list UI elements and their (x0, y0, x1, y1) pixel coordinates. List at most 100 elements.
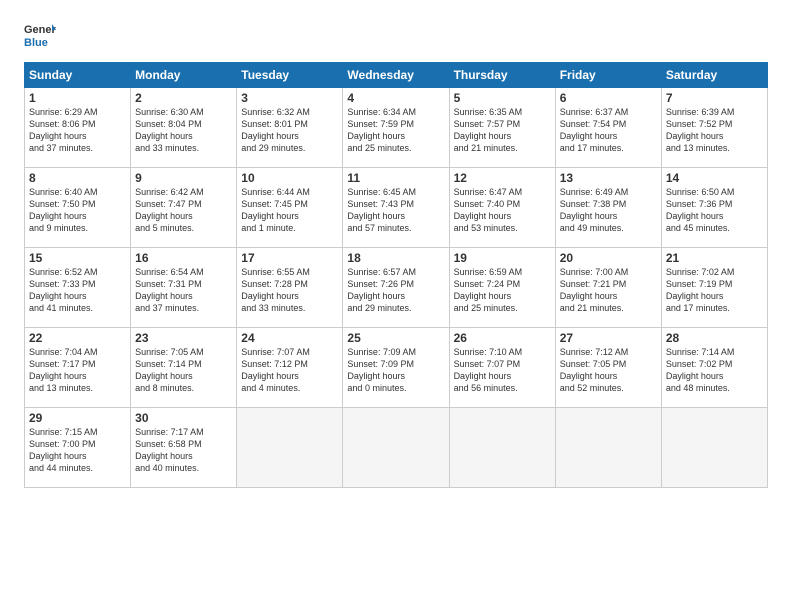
day-number: 12 (454, 171, 551, 185)
cell-info: Sunrise: 6:50 AMSunset: 7:36 PMDaylight … (666, 187, 735, 233)
week-row-3: 15 Sunrise: 6:52 AMSunset: 7:33 PMDaylig… (25, 248, 768, 328)
cell-info: Sunrise: 6:54 AMSunset: 7:31 PMDaylight … (135, 267, 204, 313)
day-number: 10 (241, 171, 338, 185)
cell-info: Sunrise: 6:30 AMSunset: 8:04 PMDaylight … (135, 107, 204, 153)
logo: General Blue (24, 20, 56, 52)
calendar-cell: 27 Sunrise: 7:12 AMSunset: 7:05 PMDaylig… (555, 328, 661, 408)
calendar-cell: 14 Sunrise: 6:50 AMSunset: 7:36 PMDaylig… (661, 168, 767, 248)
calendar-cell: 9 Sunrise: 6:42 AMSunset: 7:47 PMDayligh… (131, 168, 237, 248)
calendar-cell: 18 Sunrise: 6:57 AMSunset: 7:26 PMDaylig… (343, 248, 449, 328)
calendar-cell (343, 408, 449, 488)
day-number: 9 (135, 171, 232, 185)
calendar-cell: 20 Sunrise: 7:00 AMSunset: 7:21 PMDaylig… (555, 248, 661, 328)
day-number: 17 (241, 251, 338, 265)
cell-info: Sunrise: 6:47 AMSunset: 7:40 PMDaylight … (454, 187, 523, 233)
day-number: 27 (560, 331, 657, 345)
calendar-cell: 3 Sunrise: 6:32 AMSunset: 8:01 PMDayligh… (237, 88, 343, 168)
col-header-monday: Monday (131, 63, 237, 88)
day-number: 3 (241, 91, 338, 105)
svg-text:Blue: Blue (24, 37, 48, 49)
calendar-cell: 22 Sunrise: 7:04 AMSunset: 7:17 PMDaylig… (25, 328, 131, 408)
calendar-cell: 29 Sunrise: 7:15 AMSunset: 7:00 PMDaylig… (25, 408, 131, 488)
page: General Blue SundayMondayTuesdayWednesda… (0, 0, 792, 612)
cell-info: Sunrise: 6:40 AMSunset: 7:50 PMDaylight … (29, 187, 98, 233)
cell-info: Sunrise: 7:15 AMSunset: 7:00 PMDaylight … (29, 427, 98, 473)
col-header-wednesday: Wednesday (343, 63, 449, 88)
cell-info: Sunrise: 6:52 AMSunset: 7:33 PMDaylight … (29, 267, 98, 313)
calendar-cell: 19 Sunrise: 6:59 AMSunset: 7:24 PMDaylig… (449, 248, 555, 328)
calendar-cell: 12 Sunrise: 6:47 AMSunset: 7:40 PMDaylig… (449, 168, 555, 248)
svg-text:General: General (24, 24, 56, 36)
cell-info: Sunrise: 6:32 AMSunset: 8:01 PMDaylight … (241, 107, 310, 153)
calendar-cell: 2 Sunrise: 6:30 AMSunset: 8:04 PMDayligh… (131, 88, 237, 168)
calendar-cell: 10 Sunrise: 6:44 AMSunset: 7:45 PMDaylig… (237, 168, 343, 248)
cell-info: Sunrise: 7:02 AMSunset: 7:19 PMDaylight … (666, 267, 735, 313)
day-number: 7 (666, 91, 763, 105)
day-number: 19 (454, 251, 551, 265)
day-number: 30 (135, 411, 232, 425)
day-number: 20 (560, 251, 657, 265)
cell-info: Sunrise: 7:05 AMSunset: 7:14 PMDaylight … (135, 347, 204, 393)
cell-info: Sunrise: 7:07 AMSunset: 7:12 PMDaylight … (241, 347, 310, 393)
calendar-cell (449, 408, 555, 488)
header: General Blue (24, 20, 768, 52)
col-header-sunday: Sunday (25, 63, 131, 88)
cell-info: Sunrise: 6:35 AMSunset: 7:57 PMDaylight … (454, 107, 523, 153)
cell-info: Sunrise: 7:00 AMSunset: 7:21 PMDaylight … (560, 267, 629, 313)
calendar-cell (237, 408, 343, 488)
week-row-1: 1 Sunrise: 6:29 AMSunset: 8:06 PMDayligh… (25, 88, 768, 168)
calendar-cell: 13 Sunrise: 6:49 AMSunset: 7:38 PMDaylig… (555, 168, 661, 248)
day-number: 24 (241, 331, 338, 345)
calendar-cell: 26 Sunrise: 7:10 AMSunset: 7:07 PMDaylig… (449, 328, 555, 408)
calendar-cell: 15 Sunrise: 6:52 AMSunset: 7:33 PMDaylig… (25, 248, 131, 328)
calendar-cell: 6 Sunrise: 6:37 AMSunset: 7:54 PMDayligh… (555, 88, 661, 168)
day-number: 18 (347, 251, 444, 265)
calendar-cell: 24 Sunrise: 7:07 AMSunset: 7:12 PMDaylig… (237, 328, 343, 408)
cell-info: Sunrise: 6:57 AMSunset: 7:26 PMDaylight … (347, 267, 416, 313)
day-number: 21 (666, 251, 763, 265)
calendar-cell: 4 Sunrise: 6:34 AMSunset: 7:59 PMDayligh… (343, 88, 449, 168)
calendar-cell: 25 Sunrise: 7:09 AMSunset: 7:09 PMDaylig… (343, 328, 449, 408)
day-number: 26 (454, 331, 551, 345)
day-number: 11 (347, 171, 444, 185)
calendar-cell: 1 Sunrise: 6:29 AMSunset: 8:06 PMDayligh… (25, 88, 131, 168)
day-number: 1 (29, 91, 126, 105)
col-header-friday: Friday (555, 63, 661, 88)
cell-info: Sunrise: 6:45 AMSunset: 7:43 PMDaylight … (347, 187, 416, 233)
calendar-cell: 21 Sunrise: 7:02 AMSunset: 7:19 PMDaylig… (661, 248, 767, 328)
calendar-cell: 17 Sunrise: 6:55 AMSunset: 7:28 PMDaylig… (237, 248, 343, 328)
calendar-cell (661, 408, 767, 488)
cell-info: Sunrise: 6:29 AMSunset: 8:06 PMDaylight … (29, 107, 98, 153)
day-number: 15 (29, 251, 126, 265)
calendar-cell: 8 Sunrise: 6:40 AMSunset: 7:50 PMDayligh… (25, 168, 131, 248)
col-header-saturday: Saturday (661, 63, 767, 88)
day-number: 22 (29, 331, 126, 345)
day-number: 8 (29, 171, 126, 185)
col-header-thursday: Thursday (449, 63, 555, 88)
cell-info: Sunrise: 7:04 AMSunset: 7:17 PMDaylight … (29, 347, 98, 393)
day-number: 16 (135, 251, 232, 265)
week-row-2: 8 Sunrise: 6:40 AMSunset: 7:50 PMDayligh… (25, 168, 768, 248)
cell-info: Sunrise: 7:17 AMSunset: 6:58 PMDaylight … (135, 427, 204, 473)
cell-info: Sunrise: 6:59 AMSunset: 7:24 PMDaylight … (454, 267, 523, 313)
cell-info: Sunrise: 6:55 AMSunset: 7:28 PMDaylight … (241, 267, 310, 313)
calendar-cell: 7 Sunrise: 6:39 AMSunset: 7:52 PMDayligh… (661, 88, 767, 168)
cell-info: Sunrise: 6:34 AMSunset: 7:59 PMDaylight … (347, 107, 416, 153)
day-number: 5 (454, 91, 551, 105)
week-row-5: 29 Sunrise: 7:15 AMSunset: 7:00 PMDaylig… (25, 408, 768, 488)
calendar-cell: 23 Sunrise: 7:05 AMSunset: 7:14 PMDaylig… (131, 328, 237, 408)
header-row: SundayMondayTuesdayWednesdayThursdayFrid… (25, 63, 768, 88)
calendar-cell: 5 Sunrise: 6:35 AMSunset: 7:57 PMDayligh… (449, 88, 555, 168)
calendar-cell: 28 Sunrise: 7:14 AMSunset: 7:02 PMDaylig… (661, 328, 767, 408)
cell-info: Sunrise: 7:10 AMSunset: 7:07 PMDaylight … (454, 347, 523, 393)
week-row-4: 22 Sunrise: 7:04 AMSunset: 7:17 PMDaylig… (25, 328, 768, 408)
day-number: 13 (560, 171, 657, 185)
calendar-cell: 11 Sunrise: 6:45 AMSunset: 7:43 PMDaylig… (343, 168, 449, 248)
day-number: 4 (347, 91, 444, 105)
cell-info: Sunrise: 6:39 AMSunset: 7:52 PMDaylight … (666, 107, 735, 153)
day-number: 28 (666, 331, 763, 345)
cell-info: Sunrise: 7:09 AMSunset: 7:09 PMDaylight … (347, 347, 416, 393)
cell-info: Sunrise: 6:37 AMSunset: 7:54 PMDaylight … (560, 107, 629, 153)
logo-svg: General Blue (24, 20, 56, 52)
cell-info: Sunrise: 7:14 AMSunset: 7:02 PMDaylight … (666, 347, 735, 393)
